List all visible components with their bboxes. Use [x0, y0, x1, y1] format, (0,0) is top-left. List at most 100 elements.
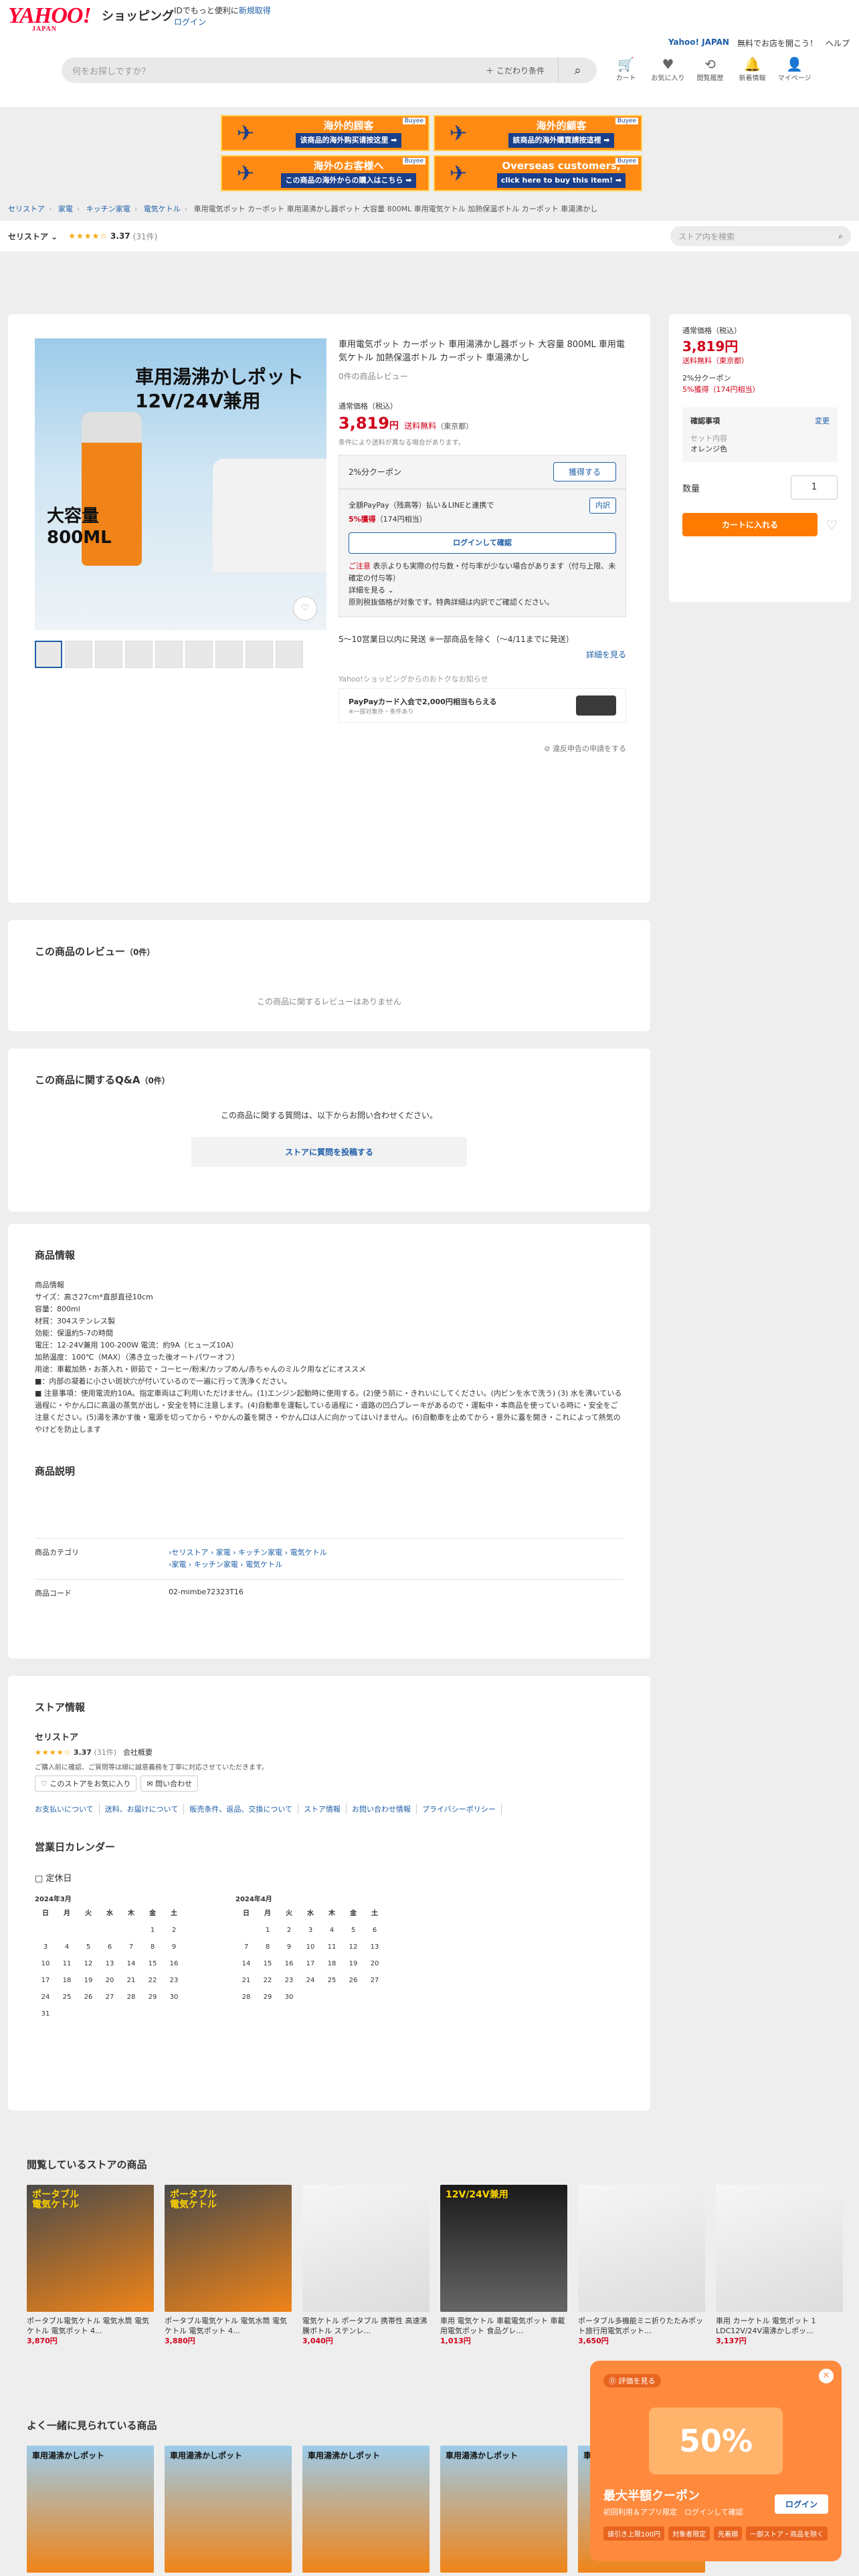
breadcrumb-item[interactable]: 電気ケトル — [144, 205, 181, 213]
calendar-day: 8 — [150, 1943, 155, 1951]
thumbnail[interactable] — [95, 641, 122, 668]
product-card[interactable]: 車用湯沸かしポット — [165, 2446, 292, 2573]
thumbnail[interactable] — [125, 641, 153, 668]
store-rating: 3.37 — [110, 231, 130, 241]
product-thumbnail[interactable]: 12V/24V兼用 — [440, 2185, 567, 2312]
store-name-dropdown[interactable]: セリストア ⌄ — [8, 231, 58, 242]
product-card[interactable]: ポータブル多機能ミニ折りたたみポット旅行用電気ポット... 3,650円 — [578, 2185, 705, 2346]
favorite-store-button[interactable]: ♡ このストアをお気に入り — [35, 1776, 137, 1792]
product-thumbnail[interactable]: ポータブル 電気ケトル — [165, 2185, 292, 2312]
store-link[interactable]: プライバシーポリシー — [422, 1804, 502, 1814]
post-question-button[interactable]: ストアに質問を投稿する — [191, 1137, 467, 1167]
product-name[interactable]: 車用 カーケトル 電気ポット 1 LDC12V/24V湯沸かしポッ... — [716, 2316, 843, 2336]
buyee-banner-en[interactable]: ✈ Overseas customers, click here to buy th… — [434, 155, 642, 191]
review-count-link[interactable]: 0件の商品レビュー — [339, 370, 626, 382]
search-bar[interactable]: 何をお探しですか？ ＋ こだわり条件 ⌕ — [62, 58, 597, 83]
history-button[interactable]: ⟲ 閲覧履歴 — [692, 56, 729, 82]
airplane-icon: ✈ — [236, 120, 255, 146]
shopping-service-name[interactable]: ショッピング — [102, 7, 174, 24]
product-thumbnail[interactable]: 車用湯沸かしポット — [440, 2446, 567, 2573]
contact-button[interactable]: ✉ 問い合わせ — [140, 1776, 199, 1792]
help-link[interactable]: ヘルプ — [826, 37, 850, 49]
product-name[interactable]: ポータブル電気ケトル 電気水筒 電気ケトル 電気ポット 4... — [27, 2316, 154, 2336]
product-card[interactable]: ポータブル 電気ケトルポータブル電気ケトル 電気水筒 電気ケトル 電気ポット 4… — [27, 2185, 154, 2346]
product-card[interactable]: 車用湯沸かしポット — [302, 2446, 430, 2573]
calendar-day — [78, 1927, 99, 1934]
breadcrumb-item[interactable]: キッチン家電 — [86, 205, 130, 213]
breadcrumb-item[interactable]: 家電 — [58, 205, 73, 213]
cart-button[interactable]: 🛒 カート — [607, 56, 644, 82]
thumbnail[interactable] — [276, 641, 303, 668]
buyee-banner-sc[interactable]: ✈ 海外的顾客 该商品的海外购买请按这里 ➡ Buyee — [221, 115, 430, 151]
thumbnail[interactable] — [155, 641, 183, 668]
detail-toggle[interactable]: 詳細を見る ⌄ — [349, 584, 616, 597]
yahoo-logo[interactable]: YAHOO! JAPAN — [8, 5, 92, 33]
favorite-heart-icon[interactable]: ♡ — [826, 517, 838, 533]
buyee-banner-ja[interactable]: ✈ 海外のお客様へ この商品の海外からの購入はこちら ➡ Buyee — [221, 155, 430, 191]
review-badge[interactable]: ⓪ 評価を見る — [603, 2374, 661, 2387]
product-card[interactable]: 電気ケトル ポータブル 携帯性 高速沸騰ボトル ステンレ... 3,040円 — [302, 2185, 430, 2346]
add-to-cart-button[interactable]: カートに入れる — [682, 513, 818, 536]
product-card[interactable]: 車用湯沸かしポット — [440, 2446, 567, 2573]
product-thumbnail[interactable]: 車用湯沸かしポット — [302, 2446, 430, 2573]
thumbnail[interactable] — [65, 641, 92, 668]
favorites-button[interactable]: ♥ お気に入り — [650, 56, 686, 82]
store-review-count[interactable]: (31件) — [133, 231, 158, 242]
report-link[interactable]: ⊘ 違反申告の申請をする — [339, 743, 626, 754]
product-card[interactable]: 12V/24V兼用車用 電気ケトル 車載電気ポット 車載用電気ポット 食品グレ.… — [440, 2185, 567, 2346]
login-confirm-button[interactable]: ログインして確認 — [349, 532, 616, 554]
product-name[interactable]: 車用 電気ケトル 車載電気ポット 車載用電気ポット 食品グレ... — [440, 2316, 567, 2336]
product-name[interactable]: 電気ケトル ポータブル 携帯性 高速沸騰ボトル ステンレ... — [302, 2316, 430, 2336]
category-link[interactable]: ›家電 › キッチン家電 › 電気ケトル — [169, 1559, 327, 1571]
product-card[interactable]: 車用湯沸かしポット — [27, 2446, 154, 2573]
product-name[interactable]: ポータブル電気ケトル 電気水筒 電気ケトル 電気ポット 4... — [165, 2316, 292, 2336]
section-title: 商品情報 — [35, 1249, 76, 1261]
product-thumbnail[interactable] — [578, 2185, 705, 2312]
condition-filter[interactable]: ＋ こだわり条件 — [486, 65, 558, 76]
product-card[interactable]: 車用 カーケトル 電気ポット 1 LDC12V/24V湯沸かしポッ... 3,13… — [716, 2185, 843, 2346]
category-link[interactable]: ›セリストア › 家電 › キッチン家電 › 電気ケトル — [169, 1547, 327, 1559]
thumbnail[interactable] — [35, 641, 62, 668]
breakdown-button[interactable]: 内訳 — [589, 498, 616, 514]
search-icon[interactable]: ⌕ — [838, 231, 843, 241]
open-store-link[interactable]: 無料でお店を開こう！ — [737, 37, 818, 49]
thumbnail[interactable] — [215, 641, 243, 668]
paypay-card-promo[interactable]: PayPayカード入会で2,000円相当もらえる ※一部対象外・条件あり — [339, 688, 626, 723]
store-link[interactable]: 販売条件、返品、交換について — [189, 1804, 299, 1814]
get-coupon-button[interactable]: 獲得する — [553, 462, 616, 481]
close-icon[interactable]: ✕ — [819, 2369, 834, 2383]
side-points: 5%獲得（174円相当） — [682, 385, 760, 394]
product-thumbnail[interactable] — [302, 2185, 430, 2312]
yahoo-japan-link[interactable]: Yahoo! JAPAN — [668, 37, 729, 49]
product-thumbnail[interactable] — [716, 2185, 843, 2312]
search-icon[interactable]: ⌕ — [558, 58, 597, 83]
mypage-button[interactable]: 👤 マイページ — [776, 56, 813, 82]
breadcrumb-item[interactable]: セリストア — [8, 205, 45, 213]
store-link[interactable]: お支払いについて — [35, 1804, 100, 1814]
store-link[interactable]: 送料、お届けについて — [105, 1804, 185, 1814]
change-option-link[interactable]: 変更 — [815, 415, 830, 426]
airplane-icon: ✈ — [449, 160, 468, 186]
thumbnail[interactable] — [185, 641, 213, 668]
login-link[interactable]: ログイン — [174, 17, 206, 27]
thumbnail[interactable] — [246, 641, 273, 668]
product-main-image[interactable]: 車用湯沸かしポット 12V/24V兼用 大容量 800ML ♡ — [35, 338, 326, 630]
store-search-input[interactable]: ストア内を検索 ⌕ — [670, 226, 851, 246]
favorite-heart-icon[interactable]: ♡ — [293, 597, 317, 621]
buyee-banner-tc[interactable]: ✈ 海外的顧客 該商品的海外購買請按這裡 ➡ Buyee — [434, 115, 642, 151]
shipping-detail-link[interactable]: 詳細を見る — [339, 649, 626, 660]
search-input[interactable]: 何をお探しですか？ — [72, 64, 151, 77]
store-link[interactable]: ストア情報 — [304, 1804, 347, 1814]
product-thumbnail[interactable]: 車用湯沸かしポット — [165, 2446, 292, 2573]
company-link[interactable]: 会社概要 — [123, 1748, 153, 1757]
product-thumbnail[interactable]: ポータブル 電気ケトル — [27, 2185, 154, 2312]
product-thumbnail[interactable]: 車用湯沸かしポット — [27, 2446, 154, 2573]
popup-login-button[interactable]: ログイン — [774, 2494, 828, 2514]
store-name[interactable]: セリストア — [35, 1730, 624, 1743]
product-name[interactable]: ポータブル多機能ミニ折りたたみポット旅行用電気ポット... — [578, 2316, 705, 2336]
register-link[interactable]: 新規取得 — [239, 6, 271, 15]
store-link[interactable]: お問い合わせ情報 — [352, 1804, 417, 1814]
quantity-input[interactable]: 1 — [791, 475, 838, 500]
product-card[interactable]: ポータブル 電気ケトルポータブル電気ケトル 電気水筒 電気ケトル 電気ポット 4… — [165, 2185, 292, 2346]
news-button[interactable]: 🔔 新着情報 — [734, 56, 771, 82]
